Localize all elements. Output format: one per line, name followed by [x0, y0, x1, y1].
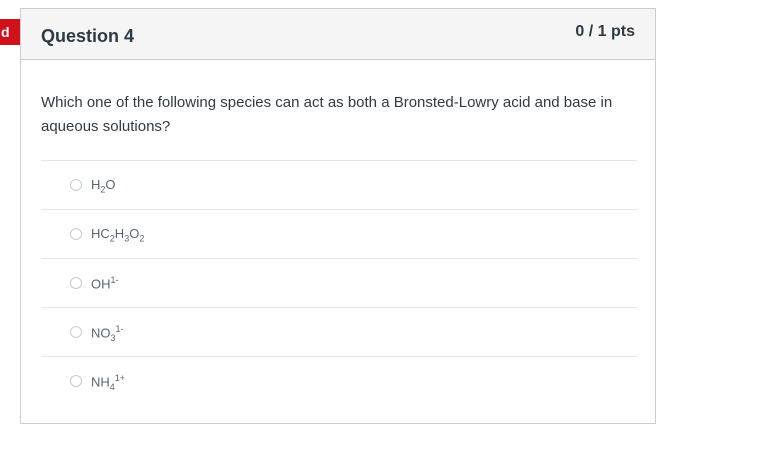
formula-text: O	[129, 226, 140, 241]
question-header: Question 4 0 / 1 pts	[21, 9, 655, 60]
formula-text: OH	[91, 276, 111, 292]
radio-button[interactable]	[70, 277, 82, 289]
formula-text: HC	[91, 226, 110, 241]
formula-text: H	[91, 177, 101, 192]
question-points: 0 / 1 pts	[575, 23, 635, 40]
formula-subscript: 3	[110, 332, 116, 343]
flag-label: d	[1, 24, 10, 40]
answer-label: NO31-	[91, 324, 124, 343]
formula-text: NH	[91, 374, 110, 390]
radio-button[interactable]	[70, 326, 82, 338]
formula-text: O	[105, 177, 116, 192]
formula-subscript: 2	[139, 233, 145, 244]
question-card: Question 4 0 / 1 pts Which one of the fo…	[20, 8, 656, 424]
answer-label: HC2H3O2	[91, 226, 144, 244]
radio-button[interactable]	[70, 375, 82, 387]
answer-label: NH41+	[91, 373, 125, 392]
answer-option[interactable]: OH1-	[41, 258, 637, 307]
answer-option[interactable]: NH41+	[41, 356, 637, 405]
formula-text: H	[114, 226, 125, 241]
formula-supscript: 1-	[110, 275, 119, 285]
formula-supscript: 1-	[115, 324, 124, 334]
radio-button[interactable]	[70, 228, 82, 240]
answer-label: OH1-	[91, 275, 119, 291]
answer-list: H2O HC2H3O2 OH1- NO31- NH41+	[41, 160, 637, 405]
question-text: Which one of the following species can a…	[41, 94, 613, 135]
radio-button[interactable]	[70, 179, 82, 191]
question-title: Question 4	[41, 26, 135, 46]
answer-option[interactable]: NO31-	[41, 307, 637, 356]
formula-text: NO	[91, 325, 111, 341]
answer-option[interactable]: HC2H3O2	[41, 209, 637, 258]
answer-label: H2O	[91, 177, 116, 195]
formula-subscript: 4	[109, 381, 115, 392]
answer-option[interactable]: H2O	[41, 160, 637, 209]
formula-supscript: 1+	[114, 373, 126, 383]
